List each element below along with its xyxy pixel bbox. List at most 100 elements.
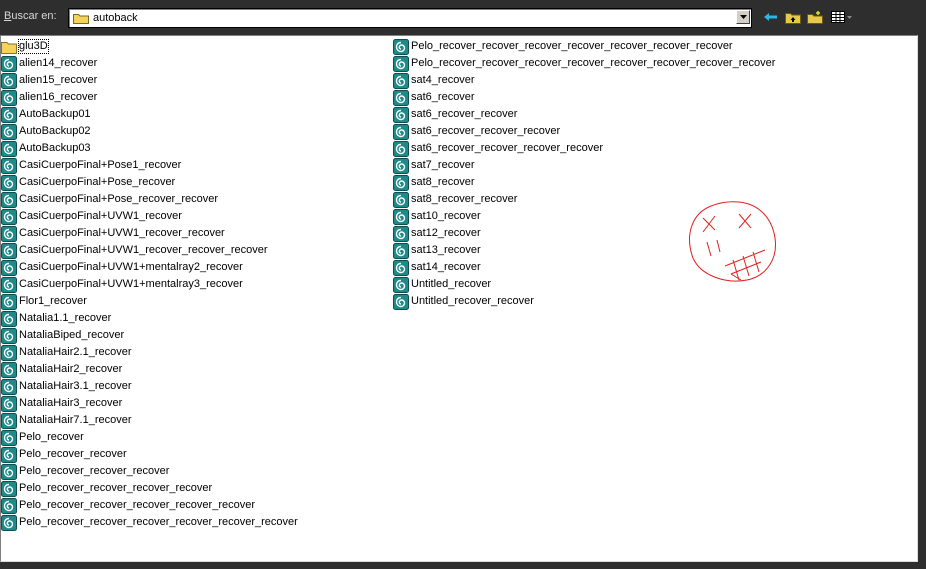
file-item[interactable]: NataliaBiped_recover <box>1 327 298 344</box>
up-folder-icon <box>785 12 801 24</box>
file-item[interactable]: Pelo_recover_recover_recover_recover_rec… <box>1 497 298 514</box>
view-menu-button[interactable] <box>830 9 854 25</box>
file-name: CasiCuerpoFinal+UVW1+mentalray2_recover <box>19 261 243 273</box>
file-item[interactable]: CasiCuerpoFinal+UVW1_recover <box>1 208 298 225</box>
file-item[interactable]: NataliaHair2.1_recover <box>1 344 298 361</box>
file-item[interactable]: CasiCuerpoFinal+UVW1+mentalray2_recover <box>1 259 298 276</box>
file-item[interactable]: Pelo_recover <box>1 429 298 446</box>
file-name: AutoBackup03 <box>19 142 91 154</box>
file-name: CasiCuerpoFinal+UVW1_recover_recover <box>19 227 225 239</box>
file-name: sat6_recover <box>411 91 475 103</box>
max-file-icon <box>1 140 17 157</box>
max-file-icon <box>393 191 409 208</box>
max-file-icon <box>1 174 17 191</box>
file-item[interactable]: CasiCuerpoFinal+Pose_recover_recover <box>1 191 298 208</box>
file-name: sat4_recover <box>411 74 475 86</box>
file-name: alien16_recover <box>19 91 98 103</box>
file-item[interactable]: NataliaHair3_recover <box>1 395 298 412</box>
file-name: CasiCuerpoFinal+Pose_recover_recover <box>19 193 219 205</box>
max-file-icon <box>393 106 409 123</box>
max-file-icon <box>393 157 409 174</box>
max-file-icon <box>1 208 17 225</box>
max-file-icon <box>393 259 409 276</box>
max-file-icon <box>393 208 409 225</box>
file-item[interactable]: Pelo_recover_recover_recover_recover_rec… <box>393 38 775 55</box>
file-item[interactable]: CasiCuerpoFinal+UVW1_recover_recover <box>1 225 298 242</box>
file-name: Pelo_recover_recover_recover_recover_rec… <box>19 499 256 511</box>
file-item[interactable]: NataliaHair2_recover <box>1 361 298 378</box>
file-item[interactable]: Pelo_recover_recover <box>1 446 298 463</box>
file-name: CasiCuerpoFinal+UVW1_recover <box>19 210 182 222</box>
folder-icon <box>1 41 17 54</box>
file-name: NataliaHair7.1_recover <box>19 414 132 426</box>
file-item[interactable]: sat6_recover_recover <box>393 106 775 123</box>
file-item[interactable]: AutoBackup02 <box>1 123 298 140</box>
max-file-icon <box>1 412 17 429</box>
file-name: alien14_recover <box>19 57 98 69</box>
up-folder-button[interactable] <box>784 9 802 25</box>
file-item[interactable]: AutoBackup01 <box>1 106 298 123</box>
file-list[interactable]: glu3D alien14_recover alien15_recoveralien… <box>0 35 918 562</box>
file-item[interactable]: NataliaHair3.1_recover <box>1 378 298 395</box>
folder-item[interactable]: glu3D <box>1 38 298 55</box>
file-item[interactable]: sat8_recover <box>393 174 775 191</box>
file-item[interactable]: Pelo_recover_recover_recover_recover_rec… <box>393 55 775 72</box>
lookin-toolbar: Buscar en: autoback <box>0 0 926 36</box>
max-file-icon <box>393 123 409 140</box>
file-name: Pelo_recover_recover_recover <box>19 465 170 477</box>
max-file-icon <box>1 446 17 463</box>
file-item[interactable]: CasiCuerpoFinal+Pose_recover <box>1 174 298 191</box>
max-file-icon <box>393 225 409 242</box>
file-name: sat12_recover <box>411 227 481 239</box>
max-file-icon <box>1 378 17 395</box>
max-file-icon <box>1 276 17 293</box>
dropdown-arrow-button[interactable] <box>736 10 750 24</box>
max-file-icon <box>1 89 17 106</box>
file-name: AutoBackup02 <box>19 125 91 137</box>
new-folder-button[interactable] <box>806 9 824 25</box>
file-list-column-1: glu3D alien14_recover alien15_recoveralien… <box>1 38 298 531</box>
max-file-icon <box>393 72 409 89</box>
max-file-icon <box>1 310 17 327</box>
max-file-icon <box>1 480 17 497</box>
file-name: NataliaHair3_recover <box>19 397 123 409</box>
file-item[interactable]: alien15_recover <box>1 72 298 89</box>
max-file-icon <box>1 293 17 310</box>
lookin-combobox[interactable]: autoback <box>68 8 752 28</box>
file-item[interactable]: NataliaHair7.1_recover <box>1 412 298 429</box>
max-file-icon <box>393 89 409 106</box>
file-name: sat6_recover_recover <box>411 108 518 120</box>
file-item[interactable]: Pelo_recover_recover_recover <box>1 463 298 480</box>
file-item[interactable]: sat7_recover <box>393 157 775 174</box>
file-item[interactable]: sat4_recover <box>393 72 775 89</box>
file-item[interactable]: Pelo_recover_recover_recover_recover <box>1 480 298 497</box>
chevron-down-icon <box>739 15 747 19</box>
file-name: Untitled_recover <box>411 278 492 290</box>
file-item[interactable]: AutoBackup03 <box>1 140 298 157</box>
max-file-icon <box>1 327 17 344</box>
file-item[interactable]: sat6_recover_recover_recover <box>393 123 775 140</box>
file-name: CasiCuerpoFinal+Pose_recover <box>19 176 176 188</box>
max-file-icon <box>1 497 17 514</box>
max-file-icon <box>1 429 17 446</box>
file-item[interactable]: CasiCuerpoFinal+UVW1_recover_recover_rec… <box>1 242 298 259</box>
file-item[interactable]: Natalia1.1_recover <box>1 310 298 327</box>
file-item[interactable]: CasiCuerpoFinal+UVW1+mentalray3_recover <box>1 276 298 293</box>
file-name: sat13_recover <box>411 244 481 256</box>
file-name: glu3D <box>18 39 49 54</box>
file-item[interactable]: Pelo_recover_recover_recover_recover_rec… <box>1 514 298 531</box>
file-item[interactable]: alien16_recover <box>1 89 298 106</box>
file-name: sat6_recover_recover_recover <box>411 125 561 137</box>
max-file-icon <box>393 55 409 72</box>
back-button[interactable] <box>762 9 780 25</box>
max-file-icon <box>393 174 409 191</box>
file-name: sat14_recover <box>411 261 481 273</box>
file-item[interactable]: sat6_recover_recover_recover_recover <box>393 140 775 157</box>
file-item[interactable]: sat6_recover <box>393 89 775 106</box>
file-item[interactable]: alien14_recover <box>1 55 298 72</box>
file-item[interactable]: CasiCuerpoFinal+Pose1_recover <box>1 157 298 174</box>
max-file-icon <box>1 395 17 412</box>
new-folder-icon <box>807 10 823 24</box>
file-name: CasiCuerpoFinal+UVW1_recover_recover_rec… <box>19 244 268 256</box>
file-item[interactable]: Flor1_recover <box>1 293 298 310</box>
